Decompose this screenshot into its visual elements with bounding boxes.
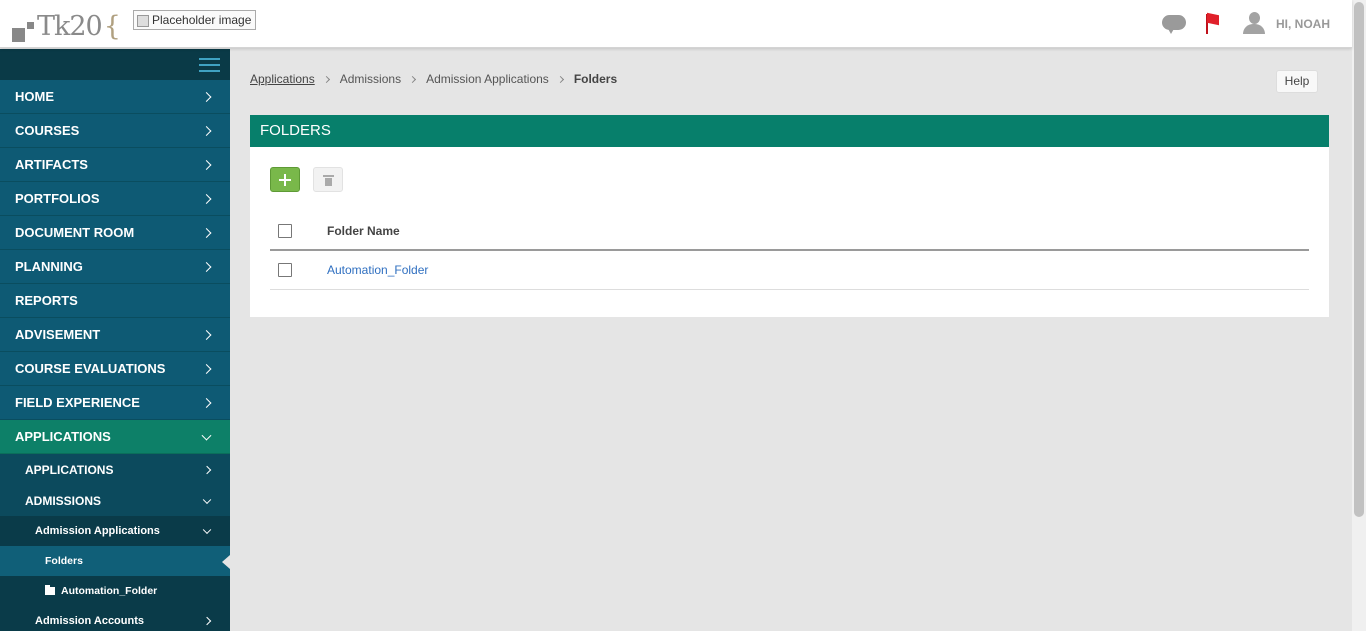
chevron-right-icon xyxy=(201,261,212,272)
folders-panel: FOLDERS Folder Name Automation_Folder xyxy=(250,115,1329,317)
sidebar-item-label: FIELD EXPERIENCE xyxy=(15,395,140,410)
sidebar-subitem-label: Automation_Folder xyxy=(61,585,158,597)
chevron-right-icon xyxy=(556,75,564,83)
sidebar-item-label: APPLICATIONS xyxy=(15,429,111,444)
sidebar-top-bar xyxy=(0,49,230,80)
breadcrumb-current: Folders xyxy=(573,72,618,86)
table-row: Automation_Folder xyxy=(270,251,1309,290)
chevron-right-icon xyxy=(201,91,212,102)
sidebar-item-course-evaluations[interactable]: COURSE EVALUATIONS xyxy=(0,352,230,386)
sidebar-subitem-admission-applications[interactable]: Admission Applications xyxy=(0,516,230,546)
chevron-right-icon xyxy=(201,397,212,408)
sidebar-subitem-label: Admission Accounts xyxy=(35,615,144,627)
sidebar-subitem-label: Admission Applications xyxy=(35,525,160,537)
sidebar-item-reports[interactable]: REPORTS xyxy=(0,284,230,318)
sidebar-item-label: ADVISEMENT xyxy=(15,327,101,342)
sidebar-item-label: COURSE EVALUATIONS xyxy=(15,361,166,376)
select-all-checkbox[interactable] xyxy=(278,224,292,238)
column-header-folder-name[interactable]: Folder Name xyxy=(327,224,400,238)
sidebar-subitem-automation-folder[interactable]: Automation_Folder xyxy=(0,576,230,606)
broken-image-placeholder: Placeholder image xyxy=(133,10,256,30)
add-folder-button[interactable] xyxy=(270,167,300,192)
tk20-logo[interactable]: Tk20 { xyxy=(12,8,121,42)
sidebar-item-label: REPORTS xyxy=(15,293,78,308)
breadcrumb-item-admission-applications: Admission Applications xyxy=(426,72,549,86)
sidebar-subitem-folders[interactable]: Folders xyxy=(0,546,230,576)
sidebar-item-planning[interactable]: PLANNING xyxy=(0,250,230,284)
chevron-down-icon xyxy=(201,430,212,441)
folders-table: Folder Name Automation_Folder xyxy=(270,213,1309,290)
chevron-right-icon xyxy=(201,363,212,374)
sidebar-item-document-room[interactable]: DOCUMENT ROOM xyxy=(0,216,230,250)
breadcrumb: Applications Admissions Admission Applic… xyxy=(250,72,617,86)
sidebar-item-portfolios[interactable]: PORTFOLIOS xyxy=(0,182,230,216)
panel-title: FOLDERS xyxy=(250,115,1329,147)
sidebar-item-label: PLANNING xyxy=(15,259,83,274)
logo-mark-icon xyxy=(12,22,34,42)
trash-icon xyxy=(323,175,334,186)
logo-brace: { xyxy=(103,11,121,42)
chevron-down-icon xyxy=(202,495,212,504)
chevron-right-icon xyxy=(322,75,330,83)
delete-button[interactable] xyxy=(313,167,343,192)
chevron-down-icon xyxy=(202,525,212,535)
flag-icon[interactable] xyxy=(1204,12,1220,35)
sidebar-item-label: ARTIFACTS xyxy=(15,157,88,172)
sidebar-item-applications[interactable]: APPLICATIONS xyxy=(0,420,230,454)
sidebar-item-artifacts[interactable]: ARTIFACTS xyxy=(0,148,230,182)
sidebar-item-label: HOME xyxy=(15,89,54,104)
hamburger-menu-icon[interactable] xyxy=(199,58,220,73)
user-greeting[interactable]: HI, NOAH xyxy=(1276,17,1330,31)
sidebar-item-label: PORTFOLIOS xyxy=(15,191,100,206)
sidebar-subitem-label: Folders xyxy=(45,555,83,567)
sidebar-subitem-admissions[interactable]: ADMISSIONS xyxy=(0,485,230,516)
breadcrumb-item-admissions: Admissions xyxy=(339,72,402,86)
sidebar-subitem-admission-accounts[interactable]: Admission Accounts xyxy=(0,606,230,631)
chevron-right-icon xyxy=(201,193,212,204)
sidebar-subitem-label: APPLICATIONS xyxy=(25,462,114,477)
scrollbar-thumb[interactable] xyxy=(1354,2,1364,517)
chevron-right-icon xyxy=(202,616,212,626)
sidebar-item-advisement[interactable]: ADVISEMENT xyxy=(0,318,230,352)
sidebar-item-home[interactable]: HOME xyxy=(0,80,230,114)
chevron-right-icon xyxy=(201,125,212,136)
user-icon[interactable] xyxy=(1242,12,1266,36)
row-checkbox[interactable] xyxy=(278,263,292,277)
folder-name-link[interactable]: Automation_Folder xyxy=(327,263,428,277)
chevron-right-icon xyxy=(409,75,417,83)
sidebar-subitem-label: ADMISSIONS xyxy=(25,493,102,508)
chevron-right-icon xyxy=(202,465,212,474)
help-button[interactable]: Help xyxy=(1276,70,1318,93)
sidebar-item-courses[interactable]: COURSES xyxy=(0,114,230,148)
sidebar-item-label: COURSES xyxy=(15,123,80,138)
sidebar-nav: HOME COURSES ARTIFACTS PORTFOLIOS DOCUME… xyxy=(0,49,230,631)
sidebar-item-label: DOCUMENT ROOM xyxy=(15,225,135,240)
vertical-scrollbar[interactable] xyxy=(1352,0,1366,631)
chevron-right-icon xyxy=(201,329,212,340)
logo-text: Tk20 xyxy=(37,11,103,42)
chevron-right-icon xyxy=(201,159,212,170)
sidebar-subitem-applications[interactable]: APPLICATIONS xyxy=(0,454,230,485)
sidebar-item-field-experience[interactable]: FIELD EXPERIENCE xyxy=(0,386,230,420)
chat-icon[interactable] xyxy=(1162,15,1186,34)
breadcrumb-link-applications[interactable]: Applications xyxy=(250,72,315,86)
table-header-row: Folder Name xyxy=(270,213,1309,251)
top-header: Tk20 { Placeholder image HI, NOAH xyxy=(0,0,1352,48)
folder-icon xyxy=(45,585,55,595)
chevron-right-icon xyxy=(201,227,212,238)
